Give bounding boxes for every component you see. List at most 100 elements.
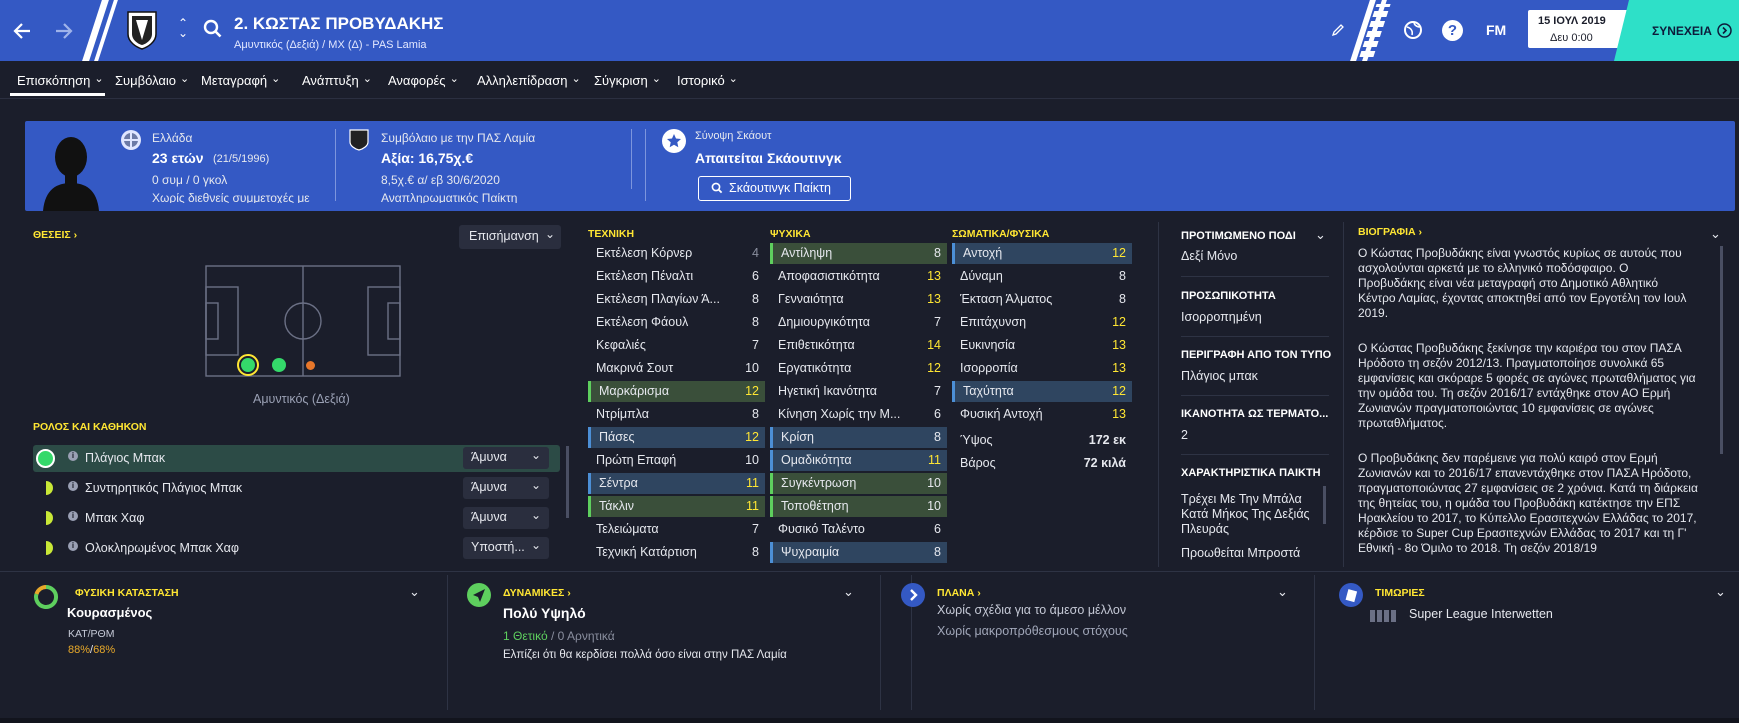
attribute-row[interactable]: Δύναμη 8 <box>952 266 1132 287</box>
attribute-row[interactable]: Πρώτη Επαφή 10 <box>588 450 765 471</box>
attribute-row[interactable]: Τάκλιν 11 <box>588 496 765 517</box>
help-icon[interactable]: ? <box>1442 20 1463 41</box>
attribute-row[interactable]: Ηγετική Ικανότητα 7 <box>770 381 947 402</box>
physical-header: ΣΩΜΑΤΙΚΑ/ΦΥΣΙΚΑ <box>952 228 1050 240</box>
technical-attributes: Εκτέλεση Κόρνερ 4 Εκτέλεση Πέναλτι 6 Εκτέλ… <box>588 243 765 565</box>
duty-dropdown[interactable]: Άμυνα ⌄ <box>463 477 549 499</box>
attribute-row[interactable]: Εκτέλεση Φάουλ 8 <box>588 312 765 333</box>
page-subtitle[interactable]: Αμυντικός (Δεξιά) / ΜΧ (Δ) - PAS Lamia <box>234 39 427 51</box>
attribute-row[interactable]: Φυσική Αντοχή 13 <box>952 404 1132 425</box>
attribute-row[interactable]: Αντοχή 12 <box>952 243 1132 264</box>
attribute-row[interactable]: Ντρίμπλα 8 <box>588 404 765 425</box>
role-row[interactable]: i Μπακ Χαφ Άμυνα ⌄ <box>33 505 560 532</box>
attribute-row[interactable]: Τεχνική Κατάρτιση 8 <box>588 542 765 563</box>
attribute-row[interactable]: Ισορροπία 13 <box>952 358 1132 379</box>
menu-transfer[interactable]: Μεταγραφή <box>201 73 280 88</box>
plans-header[interactable]: ΠΛΑΝΑ › <box>937 587 981 599</box>
duty-dropdown[interactable]: Άμυνα ⌄ <box>463 447 549 469</box>
role-row[interactable]: i Πλάγιος Μπακ Άμυνα ⌄ <box>33 445 560 472</box>
attribute-name: Κίνηση Χωρίς την Μ... <box>778 407 901 421</box>
attribute-row[interactable]: Εκτέλεση Πέναλτι 6 <box>588 266 765 287</box>
biography-header[interactable]: ΒΙΟΓΡΑΦΙΑ › <box>1358 226 1422 238</box>
contract-label[interactable]: Συμβόλαιο με την ΠΑΣ Λαμία <box>381 131 535 145</box>
info-icon[interactable]: i <box>68 541 78 551</box>
duty-dropdown[interactable]: Άμυνα ⌄ <box>463 507 549 529</box>
menu-reports[interactable]: Αναφορές <box>388 73 459 88</box>
attribute-row[interactable]: Εργατικότητα 12 <box>770 358 947 379</box>
attribute-row[interactable]: Μαρκάρισμα 12 <box>588 381 765 402</box>
nationality[interactable]: Ελλάδα <box>152 131 192 145</box>
role-row[interactable]: i Ολοκληρωμένος Μπακ Χαφ Υποστή... ⌄ <box>33 535 560 562</box>
role-row[interactable]: i Συντηρητικός Πλάγιος Μπακ Άμυνα ⌄ <box>33 475 560 502</box>
attribute-row[interactable]: Έκταση Άλματος 8 <box>952 289 1132 310</box>
chevron-down-icon[interactable]: ⌄ <box>843 584 854 600</box>
attribute-row[interactable]: Κεφαλιές 7 <box>588 335 765 356</box>
attribute-row[interactable]: Εκτέλεση Κόρνερ 4 <box>588 243 765 264</box>
menu-overview[interactable]: Επισκόπηση <box>17 73 104 88</box>
media-description-header: ΠΕΡΙΓΡΑΦΗ ΑΠΟ ΤΟΝ ΤΥΠΟ <box>1181 349 1331 361</box>
attribute-row[interactable]: Επιτάχυνση 12 <box>952 312 1132 333</box>
scrollbar[interactable] <box>631 129 632 189</box>
info-icon[interactable]: i <box>68 511 78 521</box>
chevron-down-icon[interactable]: ⌄ <box>1715 584 1726 600</box>
fm-menu-button[interactable]: FM <box>1486 22 1506 38</box>
info-icon[interactable]: i <box>68 451 78 461</box>
attribute-row[interactable]: Ομαδικότητα 11 <box>770 450 947 471</box>
attribute-row[interactable]: Κίνηση Χωρίς την Μ... 6 <box>770 404 947 425</box>
duty-dropdown[interactable]: Υποστή... ⌄ <box>463 537 549 559</box>
chevron-down-icon[interactable]: ⌄ <box>1710 226 1721 242</box>
attribute-name: Πρώτη Επαφή <box>596 453 677 467</box>
plans-chevron-icon <box>901 583 925 607</box>
attribute-row[interactable]: Κρίση 8 <box>770 427 947 448</box>
date-box[interactable]: 15 ΙΟΥΛ 2019 Δευ 0:00 <box>1528 10 1632 48</box>
attribute-row[interactable]: Μακρινά Σουτ 10 <box>588 358 765 379</box>
edit-pencil-icon[interactable] <box>1331 23 1345 37</box>
highlight-dropdown-label: Επισήμανση <box>469 229 539 243</box>
attribute-row[interactable]: Γενναιότητα 13 <box>770 289 947 310</box>
attribute-row[interactable]: Φυσικό Ταλέντο 6 <box>770 519 947 540</box>
position-unconvincing-marker[interactable] <box>306 361 315 370</box>
biography-scrollbar[interactable] <box>1720 246 1723 454</box>
attribute-row[interactable]: Αντίληψη 8 <box>770 243 947 264</box>
attribute-row[interactable]: Ταχύτητα 12 <box>952 381 1132 402</box>
menu-contract[interactable]: Συμβόλαιο <box>115 73 189 88</box>
globe-icon[interactable] <box>1402 19 1424 41</box>
menu-interaction[interactable]: Αλληλεπίδραση <box>477 73 581 88</box>
scout-player-button[interactable]: Σκάουτινγκ Παίκτη <box>698 176 851 201</box>
attribute-row[interactable]: Δημιουργικότητα 7 <box>770 312 947 333</box>
menu-development[interactable]: Ανάπτυξη <box>302 73 372 88</box>
position-accomplished-marker[interactable] <box>272 358 286 372</box>
chevron-down-icon[interactable]: ⌄ <box>1315 227 1326 243</box>
chevron-down-icon[interactable]: ⌄ <box>1277 584 1288 600</box>
continue-button[interactable]: ΣΥΝΕΧΕΙΑ <box>1614 0 1739 61</box>
attribute-row[interactable]: Συγκέντρωση 10 <box>770 473 947 494</box>
attribute-row[interactable]: Τελειώματα 7 <box>588 519 765 540</box>
contract-note: Αναπληρωματικός Παίκτη <box>381 191 518 203</box>
attribute-row[interactable]: Επιθετικότητα 14 <box>770 335 947 356</box>
height-label: Ύψος <box>960 433 993 447</box>
attribute-row[interactable]: Ψυχραιμία 8 <box>770 542 947 563</box>
highlight-dropdown[interactable]: Επισήμανση ⌄ <box>459 225 561 249</box>
player-switch-icon[interactable]: ⌃ ⌄ <box>178 17 188 39</box>
dynamics-header[interactable]: ΔΥΝΑΜΙΚΕΣ › <box>503 587 571 599</box>
attribute-row[interactable]: Πάσες 12 <box>588 427 765 448</box>
attribute-row[interactable]: Αποφασιστικότητα 13 <box>770 266 947 287</box>
menu-history[interactable]: Ιστορικό <box>677 73 738 88</box>
game-date: 15 ΙΟΥΛ 2019 <box>1538 15 1606 27</box>
chevron-down-icon[interactable]: ⌄ <box>409 584 420 600</box>
attribute-row[interactable]: Εκτέλεση Πλαγίων Ά... 8 <box>588 289 765 310</box>
search-icon[interactable] <box>203 19 223 39</box>
attribute-name: Τάκλιν <box>599 499 635 513</box>
club-crest-icon[interactable] <box>126 10 158 50</box>
attribute-row[interactable]: Σέντρα 11 <box>588 473 765 494</box>
attribute-row[interactable]: Τοποθέτηση 10 <box>770 496 947 517</box>
attribute-row[interactable]: Ευκινησία 13 <box>952 335 1132 356</box>
traits-scrollbar[interactable] <box>1323 486 1326 524</box>
bio-paragraph: Ο Κώστας Προβυδάκης είναι γνωστός κυρίως… <box>1358 246 1687 320</box>
positions-header[interactable]: ΘΕΣΕΙΣ › <box>33 229 77 241</box>
roles-scrollbar[interactable] <box>566 446 569 518</box>
info-icon[interactable]: i <box>68 481 78 491</box>
back-arrow-icon[interactable] <box>10 18 36 44</box>
forward-arrow-icon[interactable] <box>50 18 76 44</box>
menu-comparison[interactable]: Σύγκριση <box>594 73 661 88</box>
